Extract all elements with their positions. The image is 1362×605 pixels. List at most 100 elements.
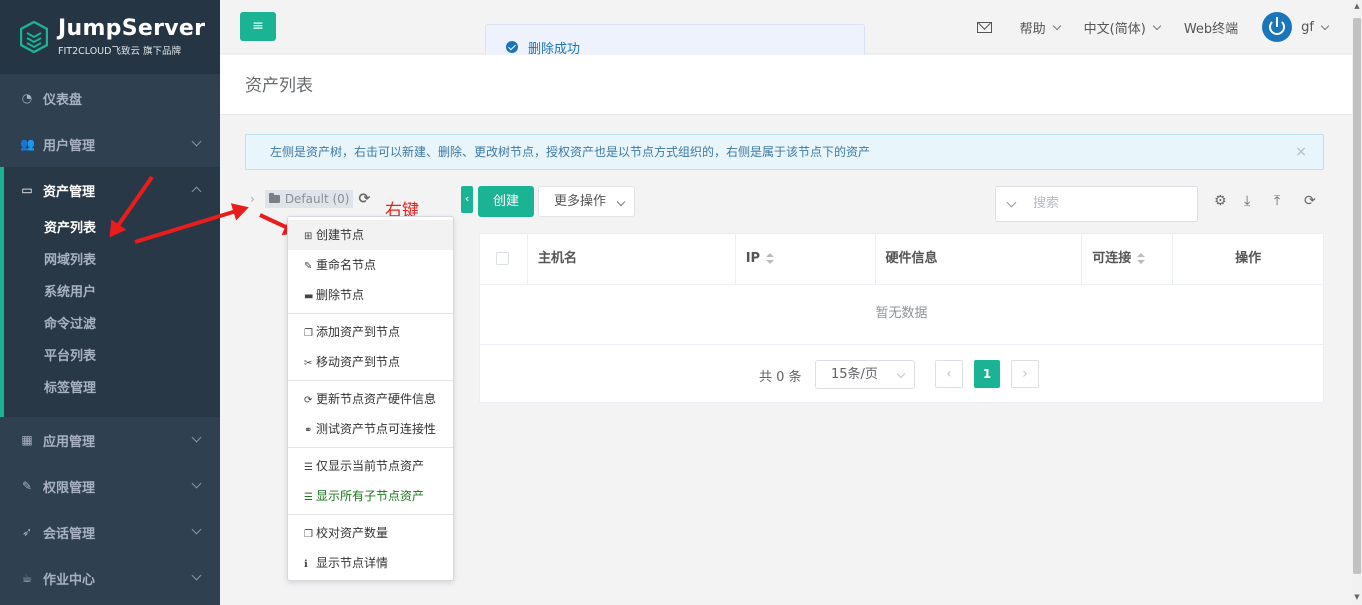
user-menu[interactable]: gf bbox=[1262, 12, 1330, 42]
menu-item-check-asset-count[interactable]: ❐ 校对资产数量 bbox=[288, 518, 453, 548]
table-header: 主机名 IP 硬件信息 可连接 操作 bbox=[480, 234, 1323, 285]
search-placeholder: 搜索 bbox=[1033, 196, 1060, 211]
menu-item-show-all-child-assets[interactable]: ☰ 显示所有子节点资产 bbox=[288, 481, 453, 511]
sidebar-item-assets[interactable]: ▭ 资产管理 bbox=[4, 167, 220, 213]
page-size-select[interactable]: 15条/页 bbox=[815, 360, 915, 389]
menu-item-test-connectivity[interactable]: ⚭ 测试资产节点可连接性 bbox=[288, 414, 453, 444]
menu-item-label: 校对资产数量 bbox=[316, 526, 389, 540]
select-all-cell bbox=[480, 234, 528, 284]
plus-square-icon: ⊞ bbox=[304, 231, 313, 242]
column-hardware[interactable]: 硬件信息 bbox=[876, 234, 1083, 284]
sidebar-subitem-domain-list[interactable]: 网域列表 bbox=[4, 245, 220, 277]
menu-item-label: 删除节点 bbox=[316, 288, 365, 302]
top-right-menu: 帮助 中文(简体) Web终端 gf bbox=[953, 0, 1330, 54]
column-connectivity[interactable]: 可连接 bbox=[1082, 234, 1174, 284]
sidebar-item-label: 作业中心 bbox=[43, 572, 96, 588]
sidebar-item-applications[interactable]: ▦ 应用管理 bbox=[0, 417, 220, 463]
close-icon[interactable]: × bbox=[1295, 135, 1307, 169]
hamburger-icon: ≡ bbox=[252, 18, 264, 34]
sidebar-item-label: 应用管理 bbox=[43, 434, 96, 450]
menu-item-label: 仅显示当前节点资产 bbox=[316, 459, 425, 473]
sidebar: JumpServer FIT2CLOUD飞致云 旗下品牌 ◔ 仪表盘 👥 用户管… bbox=[0, 0, 220, 605]
sidebar-item-dashboard[interactable]: ◔ 仪表盘 bbox=[0, 75, 220, 121]
menu-item-label: 显示节点详情 bbox=[316, 556, 389, 570]
sidebar-item-job-center[interactable]: ☕ 作业中心 bbox=[0, 555, 220, 601]
select-all-checkbox[interactable] bbox=[496, 252, 509, 265]
sidebar-group-assets: ▭ 资产管理 资产列表 网域列表 系统用户 命令过滤 平台列表 标签管理 bbox=[0, 167, 220, 417]
logo[interactable]: JumpServer FIT2CLOUD飞致云 旗下品牌 bbox=[0, 0, 220, 74]
info-circle-icon: ℹ bbox=[304, 559, 308, 570]
menu-divider bbox=[288, 447, 453, 448]
jumpserver-logo-icon bbox=[20, 21, 48, 53]
check-circle-icon bbox=[506, 41, 518, 53]
list-icon: ☰ bbox=[304, 492, 313, 503]
chevron-down-icon bbox=[191, 136, 202, 147]
sidebar-item-sessions[interactable]: ➶ 会话管理 bbox=[0, 509, 220, 555]
empty-state: 暂无数据 bbox=[480, 285, 1323, 345]
language-label: 中文(简体) bbox=[1083, 21, 1146, 37]
scroll-up-icon[interactable]: ▲ bbox=[1353, 2, 1361, 12]
menu-item-update-hardware-info[interactable]: ⟳ 更新节点资产硬件信息 bbox=[288, 384, 453, 414]
sidebar-item-label: 资产管理 bbox=[43, 184, 96, 200]
chevron-down-icon bbox=[191, 570, 202, 581]
create-button[interactable]: 创建 bbox=[478, 186, 534, 217]
avatar bbox=[1262, 12, 1293, 42]
tree-node-default[interactable]: Default (0) bbox=[264, 190, 354, 208]
sidebar-item-label: 会话管理 bbox=[43, 526, 96, 542]
language-menu[interactable]: 中文(简体) bbox=[1083, 18, 1162, 37]
next-page-button[interactable]: › bbox=[1011, 360, 1039, 388]
web-terminal-link[interactable]: Web终端 bbox=[1184, 18, 1238, 37]
sidebar-item-permissions[interactable]: ✎ 权限管理 bbox=[0, 463, 220, 509]
menu-item-move-asset-to-node[interactable]: ✂ 移动资产到节点 bbox=[288, 347, 453, 377]
collapse-tree-button[interactable]: ‹ bbox=[461, 186, 473, 213]
sidebar-item-users[interactable]: 👥 用户管理 bbox=[0, 121, 220, 167]
vertical-scrollbar[interactable]: ▲ ▼ bbox=[1352, 0, 1362, 605]
menu-item-add-asset-to-node[interactable]: ❐ 添加资产到节点 bbox=[288, 317, 453, 347]
column-actions: 操作 bbox=[1235, 251, 1262, 266]
more-actions-label: 更多操作 bbox=[554, 194, 607, 209]
download-icon[interactable]: ⤓ bbox=[1244, 193, 1250, 209]
tree-switch-icon[interactable]: › bbox=[250, 192, 255, 206]
refresh-icon[interactable]: ⟳ bbox=[1304, 193, 1316, 209]
toggle-sidebar-button[interactable]: ≡ bbox=[240, 12, 276, 41]
brand-subtitle: FIT2CLOUD飞致云 旗下品牌 bbox=[58, 46, 181, 57]
chevron-down-icon bbox=[1152, 21, 1162, 30]
sidebar-item-label: 用户管理 bbox=[43, 138, 96, 154]
sidebar-subitem-label-management[interactable]: 标签管理 bbox=[4, 373, 220, 417]
upload-icon[interactable]: ⤒ bbox=[1274, 193, 1280, 209]
messages-button[interactable] bbox=[976, 21, 992, 33]
scroll-down-icon[interactable]: ▼ bbox=[1353, 593, 1361, 603]
chevron-up-icon bbox=[191, 186, 202, 197]
menu-item-rename-node[interactable]: ✎ 重命名节点 bbox=[288, 250, 453, 280]
column-hostname[interactable]: 主机名 bbox=[528, 234, 736, 284]
sidebar-subitem-command-filter[interactable]: 命令过滤 bbox=[4, 309, 220, 341]
edit-icon: ✎ bbox=[304, 261, 313, 272]
search-input[interactable]: 搜索 bbox=[995, 186, 1198, 222]
menu-divider bbox=[288, 380, 453, 381]
menu-item-delete-node[interactable]: ▬ 删除节点 bbox=[288, 280, 453, 310]
scrollbar-thumb[interactable] bbox=[1353, 18, 1361, 574]
page-size-label: 15条/页 bbox=[831, 367, 878, 382]
menu-item-show-node-detail[interactable]: ℹ 显示节点详情 bbox=[288, 548, 453, 578]
asset-tree: › Default (0) ⟳ bbox=[250, 190, 370, 208]
sidebar-subitem-platform-list[interactable]: 平台列表 bbox=[4, 341, 220, 373]
sidebar-item-label: 权限管理 bbox=[43, 480, 96, 496]
info-alert: 左侧是资产树，右击可以新建、删除、更改树节点，授权资产也是以节点方式组织的，右侧… bbox=[245, 134, 1324, 170]
menu-item-show-current-node-assets[interactable]: ☰ 仅显示当前节点资产 bbox=[288, 451, 453, 481]
help-menu[interactable]: 帮助 bbox=[1020, 18, 1061, 37]
column-label: 可连接 bbox=[1092, 251, 1132, 266]
page-title: 资产列表 bbox=[245, 76, 313, 96]
settings-icon[interactable]: ⚙ bbox=[1214, 193, 1227, 209]
chevron-left-icon: ‹ bbox=[464, 192, 470, 205]
sort-icon bbox=[766, 252, 775, 265]
sidebar-subitem-system-users[interactable]: 系统用户 bbox=[4, 277, 220, 309]
menu-item-create-node[interactable]: ⊞ 创建节点 bbox=[288, 220, 453, 250]
prev-page-button[interactable]: ‹ bbox=[935, 360, 963, 388]
list-indent-icon: ☰ bbox=[304, 462, 313, 473]
page-number-current[interactable]: 1 bbox=[974, 360, 1000, 388]
more-actions-dropdown[interactable]: 更多操作 bbox=[538, 186, 635, 217]
refresh-icon[interactable]: ⟳ bbox=[358, 191, 370, 207]
column-ip[interactable]: IP bbox=[736, 234, 876, 284]
pagination-total: 共 0 条 bbox=[759, 370, 802, 385]
users-icon: 👥 bbox=[20, 137, 35, 151]
